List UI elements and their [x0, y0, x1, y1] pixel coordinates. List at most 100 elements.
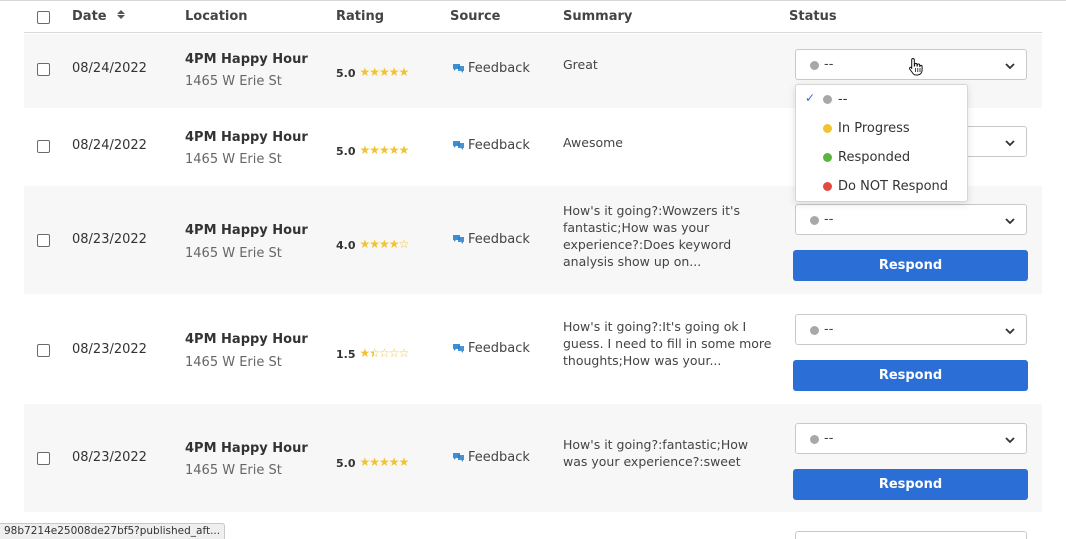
feedback-icon	[452, 62, 465, 73]
star-empty-icon: ☆	[398, 346, 410, 360]
rating: 5.0 ★★★★★	[336, 452, 410, 471]
star-full-icon: ★	[388, 237, 400, 251]
status-value: --	[824, 431, 834, 446]
chevron-down-icon	[1004, 136, 1016, 154]
status-dot	[823, 124, 832, 133]
chevron-down-icon	[1004, 59, 1016, 77]
source: Feedback	[452, 138, 530, 153]
chevron-down-icon	[1004, 324, 1016, 342]
hand-cursor-icon	[908, 57, 924, 81]
table-row: 08/23/2022 4PM Happy Hour 1465 W Erie St…	[24, 186, 1042, 294]
rating: 4.0 ★★★★☆	[336, 234, 410, 253]
header-source: Source	[450, 9, 501, 24]
row-date: 08/23/2022	[72, 232, 147, 247]
status-dot	[810, 326, 819, 335]
header-status: Status	[789, 9, 837, 24]
header-rating: Rating	[336, 9, 385, 24]
star-full-icon: ★	[388, 65, 400, 79]
star-rating: ★☆★☆☆☆	[359, 346, 410, 360]
status-option[interactable]: Responded	[796, 143, 967, 172]
location-address: 1465 W Erie St	[185, 246, 282, 261]
status-dot	[823, 95, 832, 104]
header-date[interactable]: Date	[72, 9, 126, 24]
summary: How's it going?:fantastic;How was your e…	[563, 437, 749, 469]
respond-button[interactable]: Respond	[793, 250, 1028, 281]
star-full-icon: ★	[388, 455, 400, 469]
table-row: 08/23/2022 4PM Happy Hour 1465 W Erie St…	[24, 404, 1042, 512]
star-rating: ★★★★★	[359, 143, 410, 157]
header-location: Location	[185, 9, 248, 24]
status-option-label: In Progress	[838, 121, 910, 136]
star-full-icon: ★	[379, 455, 390, 469]
star-rating: ★★★★☆	[360, 237, 410, 251]
status-select[interactable]	[795, 531, 1027, 539]
location-address: 1465 W Erie St	[185, 152, 282, 167]
star-full-icon: ★	[369, 65, 380, 79]
rating-value: 5.0	[336, 145, 356, 158]
status-option[interactable]: In Progress	[796, 114, 967, 143]
star-empty-icon: ☆	[379, 346, 390, 360]
status-select[interactable]: --	[795, 204, 1027, 235]
summary: How's it going?:It's going ok I guess. I…	[563, 319, 772, 368]
row-date: 08/23/2022	[72, 450, 147, 465]
source-label: Feedback	[468, 450, 530, 465]
feedback-icon	[452, 451, 465, 462]
sort-icon[interactable]	[117, 10, 126, 19]
row-date: 08/24/2022	[72, 138, 147, 153]
status-option[interactable]: Do NOT Respond	[796, 172, 967, 201]
source: Feedback	[452, 450, 530, 465]
status-dot	[823, 153, 832, 162]
star-full-icon: ★	[379, 143, 390, 157]
respond-button[interactable]: Respond	[793, 360, 1028, 391]
rating-value: 5.0	[336, 457, 356, 470]
status-select[interactable]: --	[795, 423, 1027, 454]
star-full-icon: ★	[369, 143, 380, 157]
rating: 1.5★☆★☆☆☆	[336, 343, 410, 362]
chevron-down-icon	[1004, 214, 1016, 232]
status-select[interactable]: --	[795, 314, 1027, 345]
rating: 5.0 ★★★★★	[336, 140, 410, 159]
header-date-label: Date	[72, 9, 107, 24]
chevron-down-icon	[1004, 433, 1016, 451]
star-empty-icon: ☆	[388, 346, 400, 360]
star-full-icon: ★	[398, 143, 410, 157]
status-dropdown-menu: ✓ -- In Progress Responded Do NOT Respon…	[795, 84, 968, 202]
location-name[interactable]: 4PM Happy Hour	[185, 332, 308, 347]
summary: Great	[563, 57, 598, 72]
row-checkbox[interactable]	[37, 452, 50, 465]
star-full-icon: ★	[379, 237, 390, 251]
row-checkbox[interactable]	[37, 234, 50, 247]
status-value: --	[824, 322, 834, 337]
star-rating: ★★★★★	[359, 65, 410, 79]
star-full-icon: ★	[359, 65, 371, 79]
star-full-icon: ★	[359, 346, 371, 360]
location-address: 1465 W Erie St	[185, 355, 282, 370]
star-rating: ★★★★★	[359, 455, 410, 469]
summary: Awesome	[563, 135, 623, 150]
rating-value: 4.0	[336, 239, 356, 252]
respond-button[interactable]: Respond	[793, 469, 1028, 500]
table-row: 08/23/2022 4PM Happy Hour 1465 W Erie St…	[24, 294, 1042, 404]
row-checkbox[interactable]	[37, 140, 50, 153]
feedback-icon	[452, 139, 465, 150]
source: Feedback	[452, 61, 530, 76]
table-header: Date Location Rating Source Summary Stat…	[24, 0, 1042, 33]
location-name[interactable]: 4PM Happy Hour	[185, 441, 308, 456]
location-name[interactable]: 4PM Happy Hour	[185, 52, 308, 67]
star-full-icon: ★	[369, 455, 380, 469]
star-empty-icon: ☆	[398, 237, 410, 251]
star-full-icon: ★	[398, 65, 410, 79]
star-half-icon: ☆★	[369, 346, 380, 360]
status-value: --	[824, 212, 834, 227]
location-name[interactable]: 4PM Happy Hour	[185, 130, 308, 145]
select-all-checkbox[interactable]	[37, 11, 50, 24]
row-checkbox[interactable]	[37, 63, 50, 76]
location-address: 1465 W Erie St	[185, 74, 282, 89]
location-name[interactable]: 4PM Happy Hour	[185, 223, 308, 238]
star-full-icon: ★	[359, 143, 371, 157]
url-status-tooltip: 98b7214e25008de27bf5?published_aft...	[0, 523, 226, 539]
feedback-icon	[452, 233, 465, 244]
status-option[interactable]: ✓ --	[796, 85, 967, 114]
row-checkbox[interactable]	[37, 344, 50, 357]
star-full-icon: ★	[359, 455, 371, 469]
